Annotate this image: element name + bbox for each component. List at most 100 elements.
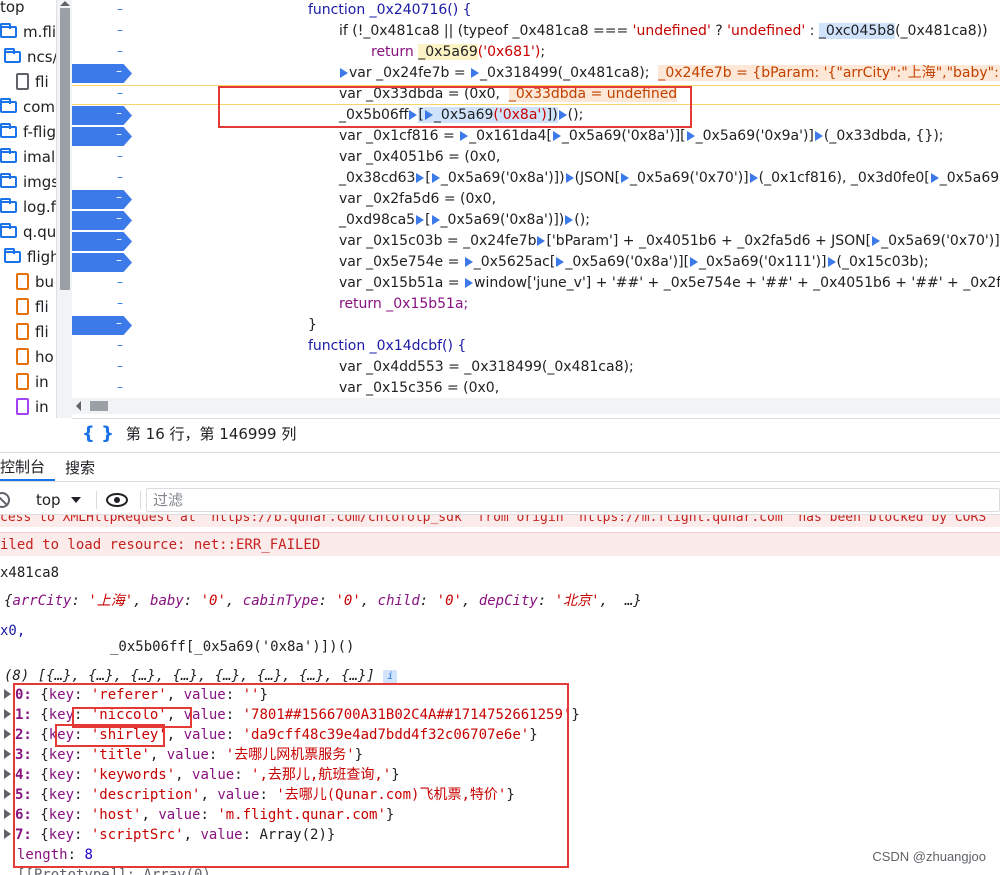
- gutter-row[interactable]: –: [72, 84, 134, 105]
- gutter-row[interactable]: –: [72, 252, 134, 273]
- inline-breakpoint-marker[interactable]: [872, 236, 881, 246]
- gutter-row[interactable]: –: [72, 294, 134, 315]
- inline-breakpoint-marker[interactable]: [930, 173, 939, 183]
- breakpoint-marker[interactable]: –: [72, 64, 132, 83]
- gutter-row[interactable]: –: [72, 357, 134, 378]
- inline-breakpoint-marker[interactable]: [686, 131, 695, 141]
- tree-item[interactable]: in: [16, 394, 49, 418]
- tree-item[interactable]: bu: [16, 269, 54, 294]
- gutter-row[interactable]: –: [72, 273, 134, 294]
- gutter-dash: –: [117, 380, 123, 394]
- inline-breakpoint-marker[interactable]: [431, 173, 440, 183]
- info-icon[interactable]: i: [383, 670, 398, 684]
- expand-triangle-icon[interactable]: [4, 689, 11, 699]
- gutter-row[interactable]: –: [72, 378, 134, 398]
- expand-triangle-icon[interactable]: [4, 729, 11, 739]
- tree-item[interactable]: ho: [16, 344, 54, 369]
- tab-search[interactable]: 搜索: [55, 453, 105, 481]
- gutter-row[interactable]: –: [72, 21, 134, 42]
- inline-breakpoint-marker[interactable]: [465, 278, 473, 288]
- gutter-row[interactable]: –: [72, 231, 134, 252]
- expand-triangle-icon[interactable]: [4, 709, 11, 719]
- gutter-row[interactable]: –: [72, 42, 134, 63]
- inline-breakpoint-marker[interactable]: [471, 68, 480, 78]
- tree-scroll-thumb[interactable]: [60, 8, 70, 290]
- folder-icon: [0, 197, 17, 213]
- inline-breakpoint-marker[interactable]: [460, 131, 469, 141]
- gutter-row[interactable]: –: [72, 210, 134, 231]
- tree-item-label: top: [0, 0, 25, 16]
- inline-breakpoint-marker[interactable]: [552, 131, 561, 141]
- inline-breakpoint-marker[interactable]: [340, 68, 348, 78]
- tree-item[interactable]: f-fligh: [0, 119, 56, 144]
- tree-item[interactable]: q.quna: [0, 219, 56, 244]
- breakpoint-marker[interactable]: –: [72, 211, 132, 230]
- filter-input[interactable]: [146, 488, 1000, 512]
- file-tree: top m.fligh ncs/fli comm f-fligh imall.q imgs.…: [0, 0, 56, 418]
- inline-breakpoint-marker[interactable]: [416, 215, 425, 225]
- breakpoint-marker[interactable]: –: [72, 190, 132, 209]
- code-line: function _0x240716() {: [308, 2, 472, 18]
- tree-item[interactable]: imall.q: [0, 144, 56, 169]
- tree-item[interactable]: fli: [16, 69, 49, 94]
- clear-console-icon[interactable]: [0, 492, 10, 508]
- inline-breakpoint-marker[interactable]: [749, 173, 758, 183]
- tab-console[interactable]: 控制台: [0, 453, 56, 481]
- tree-item[interactable]: in: [16, 369, 49, 394]
- tree-item[interactable]: imgs.q: [0, 169, 56, 194]
- inline-breakpoint-marker[interactable]: [464, 257, 473, 267]
- expand-triangle-icon[interactable]: [4, 789, 11, 799]
- editor-horizontal-scrollbar[interactable]: [72, 398, 1000, 414]
- tree-item[interactable]: fli: [16, 319, 49, 344]
- inline-breakpoint-marker[interactable]: [537, 236, 546, 246]
- code-area[interactable]: function _0x240716() { if (!_0x481ca8 ||…: [134, 0, 1000, 398]
- tree-item[interactable]: top: [0, 0, 25, 19]
- code-line: var _0x2fa5d6 = (0x0,: [339, 191, 497, 207]
- tree-item[interactable]: comm: [0, 94, 56, 119]
- gutter-row[interactable]: –: [72, 0, 134, 21]
- tree-item[interactable]: log.flig: [0, 194, 56, 219]
- gutter-row[interactable]: –: [72, 336, 134, 357]
- tree-scrollbar[interactable]: [56, 0, 72, 418]
- tree-item[interactable]: fli: [16, 294, 49, 319]
- line-gutter[interactable]: – – – – – – – – – – – – – – – – – – –: [72, 0, 134, 398]
- breakpoint-marker[interactable]: –: [72, 127, 132, 146]
- inline-breakpoint-marker[interactable]: [827, 257, 836, 267]
- gutter-row[interactable]: –: [72, 147, 134, 168]
- gutter-row[interactable]: –: [72, 189, 134, 210]
- gutter-row[interactable]: –: [72, 168, 134, 189]
- inline-breakpoint-marker[interactable]: [416, 173, 425, 183]
- console-object-preview[interactable]: {arrCity: '上海', baby: '0', cabinType: '0…: [4, 590, 1000, 612]
- tree-item[interactable]: m.fligh: [0, 19, 56, 44]
- expand-triangle-icon[interactable]: [4, 749, 11, 759]
- breakpoint-marker[interactable]: –: [72, 232, 132, 251]
- inline-breakpoint-marker[interactable]: [565, 215, 574, 225]
- expand-triangle-icon[interactable]: [4, 769, 11, 779]
- inline-breakpoint-marker[interactable]: [621, 173, 630, 183]
- context-selector[interactable]: top: [36, 490, 81, 510]
- inline-breakpoint-marker[interactable]: [556, 257, 565, 267]
- expand-triangle-icon[interactable]: [4, 809, 11, 819]
- expand-triangle-icon[interactable]: [4, 829, 11, 839]
- editor-scroll-thumb[interactable]: [90, 401, 108, 411]
- folder-icon: [0, 147, 17, 163]
- code-line: return _0x15b51a;: [339, 296, 469, 312]
- inline-breakpoint-marker[interactable]: [565, 173, 574, 183]
- inline-breakpoint-marker[interactable]: [814, 131, 823, 141]
- folder-icon: [0, 122, 17, 138]
- inline-value-preview: _0x24fe7b = {bParam: '{"arrCity":"上海","b…: [658, 65, 1000, 81]
- pretty-print-icon[interactable]: { }: [82, 423, 114, 444]
- eye-icon[interactable]: [106, 493, 128, 507]
- breakpoint-marker[interactable]: –: [72, 106, 132, 125]
- gutter-row[interactable]: –: [72, 126, 134, 147]
- breakpoint-marker[interactable]: –: [72, 316, 132, 335]
- source-editor[interactable]: – – – – – – – – – – – – – – – – – – – function _0x240716()…: [72, 0, 1000, 398]
- tree-item[interactable]: fligh: [4, 244, 56, 269]
- inline-breakpoint-marker[interactable]: [690, 257, 699, 267]
- tree-item[interactable]: ncs/: [4, 44, 56, 69]
- gutter-row[interactable]: –: [72, 105, 134, 126]
- gutter-row[interactable]: –: [72, 315, 134, 336]
- breakpoint-marker[interactable]: –: [72, 253, 132, 272]
- gutter-row[interactable]: –: [72, 63, 134, 84]
- inline-breakpoint-marker[interactable]: [431, 215, 440, 225]
